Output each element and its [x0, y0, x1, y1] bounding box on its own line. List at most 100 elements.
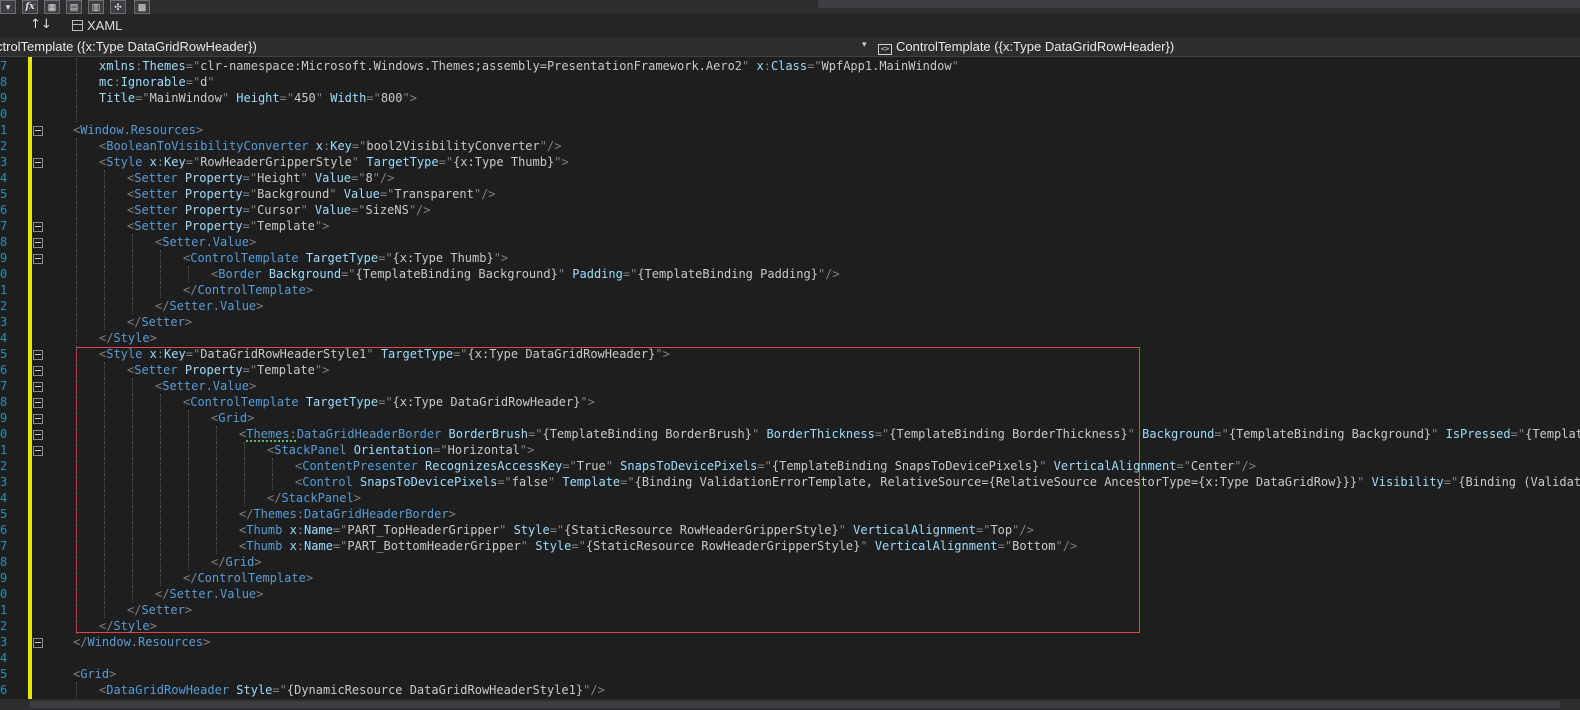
code-token: DataGridRowHeaderStyle1 [200, 347, 367, 361]
code-token: x [282, 539, 297, 553]
sort-icon[interactable]: ↑↓ [30, 17, 52, 32]
code-line[interactable]: 6 <Setter Property="Cursor" Value="SizeNS… [0, 202, 1580, 218]
grid-2-icon[interactable]: ▤ [66, 0, 82, 14]
chevron-down-icon[interactable]: ▾ [862, 39, 867, 50]
code-token: =" [497, 475, 512, 489]
collapse-icon[interactable] [33, 366, 43, 376]
code-line[interactable]: 2 </Setter.Value> [0, 298, 1580, 314]
nav-scope-dropdown[interactable]: ctrolTemplate ({x:Type DataGridRowHeader… [0, 39, 257, 54]
code-line[interactable]: 0 <Border Background="{TemplateBinding Ba… [0, 266, 1580, 282]
code-line[interactable]: 8 <ControlTemplate TargetType="{x:Type Da… [0, 394, 1580, 410]
split-icon[interactable]: ▥ [88, 0, 104, 14]
line-number: 9 [0, 91, 8, 105]
indent-guide [76, 58, 77, 74]
grid-icon[interactable]: ▦ [44, 0, 60, 14]
code-line[interactable]: 1 <StackPanel Orientation="Horizontal"> [0, 442, 1580, 458]
indent-guide [160, 458, 161, 474]
code-line[interactable]: 6 <DataGridRowHeader Style="{DynamicResou… [0, 682, 1580, 698]
code-line[interactable]: 4 [0, 650, 1580, 666]
line-number: 2 [0, 619, 8, 633]
code-line[interactable]: 5 <Style x:Key="DataGridRowHeaderStyle1" … [0, 346, 1580, 362]
scrollbar-thumb[interactable] [30, 701, 1560, 708]
code-line[interactable]: 5 </Themes:DataGridHeaderBorder> [0, 506, 1580, 522]
code-token: {StaticResource RowHeaderGripperStyle} [564, 523, 839, 537]
line-number: 1 [0, 283, 8, 297]
code-line[interactable]: 8 <Setter.Value> [0, 234, 1580, 250]
collapse-icon[interactable] [33, 126, 43, 136]
code-line[interactable]: 6 <Setter Property="Template"> [0, 362, 1580, 378]
indent-guide [160, 522, 161, 538]
collapse-icon[interactable] [33, 638, 43, 648]
indent-guide [132, 378, 133, 394]
code-line[interactable]: 2 <BooleanToVisibilityConverter x:Key="bo… [0, 138, 1580, 154]
indent-guide [132, 538, 133, 554]
code-line[interactable]: 0 <Themes:DataGridHeaderBorder BorderBrus… [0, 426, 1580, 442]
toolbar-scrollbar[interactable] [818, 0, 1580, 8]
code-line[interactable]: 9 <ControlTemplate TargetType="{x:Type Th… [0, 250, 1580, 266]
code-line[interactable]: 7 <Thumb x:Name="PART_BottomHeaderGripper… [0, 538, 1580, 554]
collapse-icon[interactable] [33, 446, 43, 456]
code-line[interactable]: 5 <Grid> [0, 666, 1580, 682]
code-token: ContentPresenter [302, 459, 418, 473]
code-line[interactable]: 9 <Grid> [0, 410, 1580, 426]
code-token: Horizontal [447, 443, 520, 457]
code-line[interactable]: 9 Title="MainWindow" Height="450" Width="… [0, 90, 1580, 106]
horizontal-scrollbar[interactable] [0, 699, 1580, 710]
code-line[interactable]: 9 </ControlTemplate> [0, 570, 1580, 586]
code-line[interactable]: 2 </Style> [0, 618, 1580, 634]
code-line[interactable]: 4 </Style> [0, 330, 1580, 346]
code-line[interactable]: 7 <Setter.Value> [0, 378, 1580, 394]
code-line[interactable]: 3 </Window.Resources> [0, 634, 1580, 650]
code-token: Property [177, 171, 243, 185]
collapse-icon[interactable] [33, 382, 43, 392]
collapse-icon[interactable] [33, 238, 43, 248]
code-token: Grid [80, 667, 110, 681]
code-line[interactable]: 4 </StackPanel> [0, 490, 1580, 506]
collapse-icon[interactable] [33, 414, 43, 424]
nav-member-dropdown[interactable]: <> ControlTemplate ({x:Type DataGridRowHe… [878, 39, 1174, 55]
code-line[interactable]: 7 <Setter Property="Template"> [0, 218, 1580, 234]
collapse-icon[interactable] [33, 430, 43, 440]
indent-guide [76, 378, 77, 394]
code-token: "> [519, 443, 535, 457]
line-number: 8 [0, 75, 8, 89]
code-line[interactable]: 5 <Setter Property="Background" Value="Tr… [0, 186, 1580, 202]
code-line[interactable]: 7 xmlns:Themes="clr-namespace:Microsoft.W… [0, 58, 1580, 74]
code-text: <Border Background="{TemplateBinding Bac… [211, 266, 840, 282]
code-token: =" [453, 347, 468, 361]
code-line[interactable]: 8 </Grid> [0, 554, 1580, 570]
collapse-icon[interactable] [33, 398, 43, 408]
code-editor[interactable]: 7 xmlns:Themes="clr-namespace:Microsoft.W… [0, 57, 1580, 699]
code-line[interactable]: 0 [0, 106, 1580, 122]
collapse-icon[interactable] [33, 350, 43, 360]
node-icon[interactable]: ✣ [110, 0, 126, 14]
code-line[interactable]: 1 <Window.Resources> [0, 122, 1580, 138]
code-line[interactable]: 3 <Style x:Key="RowHeaderGripperStyle" Ta… [0, 154, 1580, 170]
code-line[interactable]: 1 </ControlTemplate> [0, 282, 1580, 298]
code-line[interactable]: 0 </Setter.Value> [0, 586, 1580, 602]
code-text: <Control SnapsToDevicePixels="false" Tem… [295, 474, 1580, 490]
code-token: : [296, 539, 305, 553]
collapse-icon[interactable] [33, 158, 43, 168]
code-token: "/> [473, 187, 496, 201]
collapse-icon[interactable] [33, 222, 43, 232]
code-line[interactable]: 3 <Control SnapsToDevicePixels="false" Te… [0, 474, 1580, 490]
code-line[interactable]: 8 mc:Ignorable="d" [0, 74, 1580, 90]
collapse-icon[interactable] [33, 254, 43, 264]
grid-3-icon[interactable]: ▩ [134, 0, 150, 14]
code-line[interactable]: 1 </Setter> [0, 602, 1580, 618]
code-line[interactable]: 2 <ContentPresenter RecognizesAccessKey="… [0, 458, 1580, 474]
code-line[interactable]: 4 <Setter Property="Height" Value="8"/> [0, 170, 1580, 186]
code-line[interactable]: 3 </Setter> [0, 314, 1580, 330]
tab-xaml[interactable]: XAML [72, 18, 122, 33]
line-number: 6 [0, 523, 8, 537]
code-token: </ [99, 619, 114, 633]
fx-button[interactable]: fx [22, 0, 38, 14]
dropdown-icon[interactable]: ▾ [0, 0, 16, 14]
code-token: {Binding ValidationErrorTemplate, Relati… [634, 475, 1358, 489]
code-token: > [248, 235, 257, 249]
code-token: Themes [142, 59, 186, 73]
code-token: " [752, 427, 767, 441]
code-line[interactable]: 6 <Thumb x:Name="PART_TopHeaderGripper" S… [0, 522, 1580, 538]
code-token: Thumb [246, 539, 283, 553]
